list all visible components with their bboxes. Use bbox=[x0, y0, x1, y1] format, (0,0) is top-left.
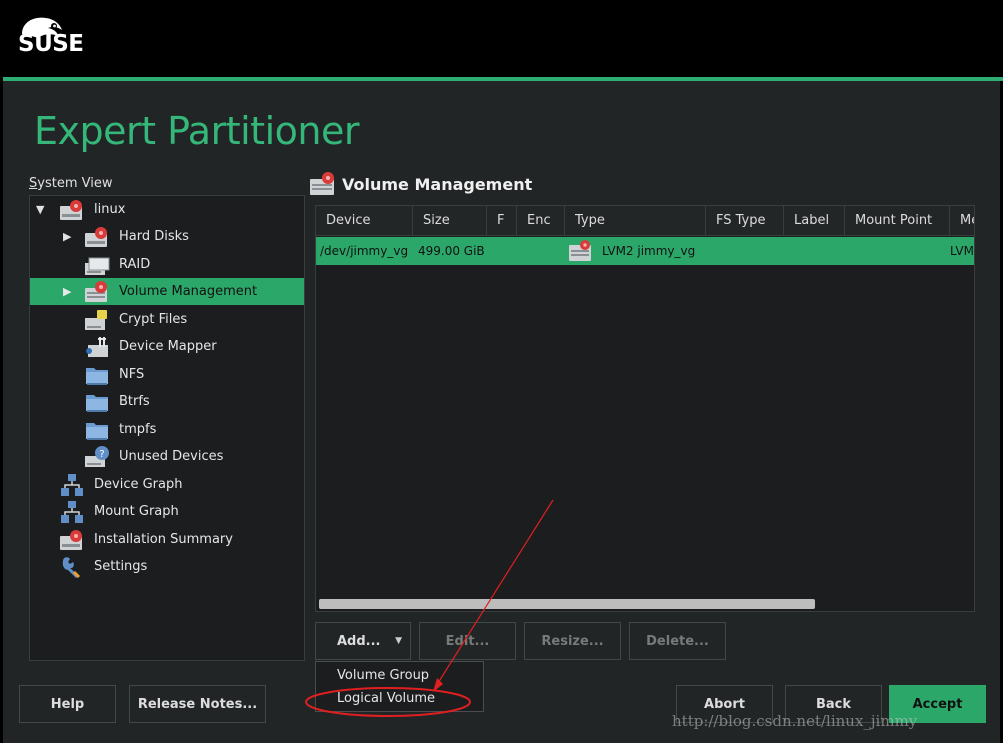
svg-text:?: ? bbox=[99, 449, 104, 460]
column-header-f[interactable]: F bbox=[487, 206, 517, 236]
column-header-fs-type[interactable]: FS Type bbox=[706, 206, 784, 236]
graph-icon bbox=[61, 500, 83, 523]
expander-expanded-icon[interactable]: ▼ bbox=[36, 203, 44, 216]
help-button[interactable]: Help bbox=[19, 685, 116, 723]
crypt-files-icon bbox=[85, 309, 107, 330]
column-header-size[interactable]: Size bbox=[413, 206, 487, 236]
delete-button[interactable]: Delete... bbox=[629, 622, 726, 660]
cell-type: LVM2 jimmy_vg bbox=[602, 244, 696, 258]
disk-icon bbox=[60, 199, 82, 220]
tree-item-device-mapper[interactable]: Device Mapper bbox=[30, 333, 304, 360]
tree-item-linux[interactable]: ▼ linux bbox=[30, 196, 304, 223]
column-header-device[interactable]: Device bbox=[316, 206, 413, 236]
tree-item-mount-graph[interactable]: Mount Graph bbox=[30, 498, 304, 525]
raid-icon bbox=[85, 257, 110, 275]
volume-management-icon bbox=[85, 280, 107, 302]
tree-item-unused-devices[interactable]: ? Unused Devices bbox=[30, 443, 304, 470]
menu-item-volume-group[interactable]: Volume Group bbox=[316, 664, 483, 688]
column-header-type[interactable]: Type bbox=[565, 206, 706, 236]
graph-icon bbox=[61, 473, 83, 496]
expander-collapsed-icon[interactable]: ▶ bbox=[63, 230, 71, 243]
column-header-enc[interactable]: Enc bbox=[517, 206, 565, 236]
tree-item-volume-management[interactable]: ▶ Volume Management bbox=[30, 278, 304, 305]
hard-disk-icon bbox=[85, 226, 107, 247]
release-notes-button[interactable]: Release Notes... bbox=[129, 685, 266, 723]
main-content: Expert Partitioner System View ▼ linux ▶… bbox=[3, 81, 1000, 743]
tree-item-raid[interactable]: RAID bbox=[30, 251, 304, 278]
expander-collapsed-icon[interactable]: ▶ bbox=[63, 285, 71, 298]
column-header-me[interactable]: Me bbox=[950, 206, 974, 236]
cell-size: 499.00 GiB bbox=[418, 244, 485, 258]
volume-management-title: Volume Management bbox=[342, 175, 533, 194]
column-header-mount-point[interactable]: Mount Point bbox=[845, 206, 950, 236]
unused-devices-icon: ? bbox=[85, 445, 109, 467]
suse-logo-text: SUSE bbox=[18, 31, 84, 57]
system-view-tree[interactable]: ▼ linux ▶ Hard Disks RAID ▶ Volume Manag… bbox=[29, 195, 305, 661]
volume-table[interactable]: Device Size F Enc Type FS Type Label Mou… bbox=[315, 205, 975, 612]
lvm-disk-icon bbox=[569, 240, 591, 261]
tree-item-crypt-files[interactable]: Crypt Files bbox=[30, 306, 304, 333]
scrollbar-thumb[interactable] bbox=[319, 599, 815, 609]
page-title: Expert Partitioner bbox=[34, 109, 359, 153]
volume-management-header-icon bbox=[310, 172, 334, 195]
wrench-icon bbox=[62, 556, 81, 578]
cell-me: LVM bbox=[950, 244, 974, 258]
tree-item-installation-summary[interactable]: Installation Summary bbox=[30, 526, 304, 553]
chevron-down-icon: ▼ bbox=[395, 636, 402, 646]
header-bar: SUSE bbox=[0, 0, 1003, 77]
folder-icon bbox=[86, 394, 108, 412]
table-row[interactable]: /dev/jimmy_vg 499.00 GiB LVM2 jimmy_vg L… bbox=[316, 237, 974, 265]
menu-item-logical-volume[interactable]: Logical Volume bbox=[316, 687, 483, 711]
tree-item-nfs[interactable]: NFS bbox=[30, 361, 304, 388]
add-dropdown-menu: Volume Group Logical Volume bbox=[315, 661, 484, 712]
tree-item-device-graph[interactable]: Device Graph bbox=[30, 471, 304, 498]
tree-item-settings[interactable]: Settings bbox=[30, 553, 304, 580]
table-header: Device Size F Enc Type FS Type Label Mou… bbox=[316, 206, 974, 236]
tree-item-hard-disks[interactable]: ▶ Hard Disks bbox=[30, 223, 304, 250]
system-view-label: System View bbox=[29, 176, 113, 191]
folder-icon bbox=[86, 367, 108, 385]
edit-button[interactable]: Edit... bbox=[419, 622, 516, 660]
folder-icon bbox=[86, 422, 108, 440]
resize-button[interactable]: Resize... bbox=[524, 622, 621, 660]
watermark-text: http://blog.csdn.net/linux_jimmy bbox=[672, 712, 918, 730]
horizontal-scrollbar[interactable] bbox=[316, 595, 974, 611]
cell-device: /dev/jimmy_vg bbox=[320, 244, 409, 258]
tree-item-tmpfs[interactable]: tmpfs bbox=[30, 416, 304, 443]
tree-item-btrfs[interactable]: Btrfs bbox=[30, 388, 304, 415]
device-mapper-icon bbox=[86, 336, 108, 357]
add-button[interactable]: Add... ▼ bbox=[315, 622, 411, 660]
summary-icon bbox=[60, 529, 82, 550]
column-header-label[interactable]: Label bbox=[784, 206, 845, 236]
